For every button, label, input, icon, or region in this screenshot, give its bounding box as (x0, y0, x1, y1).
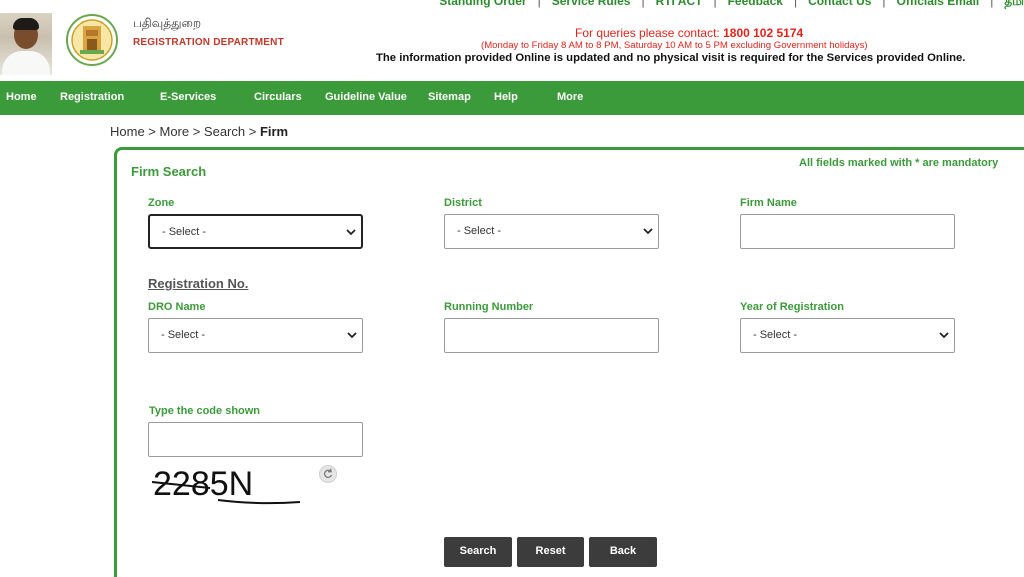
nav-sitemap[interactable]: Sitemap (428, 91, 471, 103)
breadcrumb-path[interactable]: Home > More > Search > (110, 124, 260, 139)
top-link-rti-act[interactable]: RTI ACT (645, 0, 714, 10)
top-link-contact-us[interactable]: Contact Us (797, 0, 882, 10)
firm-search-panel (114, 147, 1024, 577)
nav-more[interactable]: More (557, 91, 583, 103)
captcha-image: 2285N (151, 465, 301, 505)
main-nav: Home Registration E-Services Circulars G… (0, 81, 1024, 115)
department-name-tamil: பதிவுத்துறை (133, 16, 201, 30)
panel-title: Firm Search (131, 164, 207, 179)
district-label: District (444, 197, 482, 209)
zone-select[interactable]: - Select - (148, 214, 363, 249)
nav-home[interactable]: Home (6, 91, 37, 103)
captcha-label: Type the code shown (149, 405, 261, 417)
nav-circulars[interactable]: Circulars (254, 91, 302, 103)
firm-name-input[interactable] (740, 214, 955, 249)
nav-e-services[interactable]: E-Services (160, 91, 216, 103)
refresh-captcha-icon[interactable] (319, 465, 337, 483)
year-select[interactable]: - Select - (740, 318, 955, 353)
minister-photo (0, 13, 52, 75)
breadcrumb: Home > More > Search > Firm (110, 124, 288, 139)
contact-line: For queries please contact: 1800 102 517… (575, 26, 803, 40)
top-link-tamil[interactable]: தமி (993, 0, 1024, 10)
tamil-nadu-emblem-icon (66, 14, 118, 66)
firm-name-label: Firm Name (740, 197, 797, 209)
top-link-standing-order[interactable]: Standing Order (428, 0, 537, 10)
contact-phone: 1800 102 5174 (723, 26, 804, 40)
reset-button[interactable]: Reset (517, 537, 584, 567)
year-select-value: - Select - (753, 329, 798, 341)
top-link-service-rules[interactable]: Service Rules (541, 0, 642, 10)
search-button[interactable]: Search (444, 537, 512, 567)
registration-heading: Registration No. (148, 276, 249, 291)
nav-guideline-value[interactable]: Guideline Value (325, 91, 407, 103)
captcha-input[interactable] (148, 422, 363, 457)
top-link-officials-email[interactable]: Officials Email (886, 0, 991, 10)
district-select-value: - Select - (457, 225, 502, 237)
district-select[interactable]: - Select - (444, 214, 659, 249)
online-info-notice: The information provided Online is updat… (376, 52, 966, 64)
year-label: Year of Registration (740, 301, 844, 313)
running-number-input[interactable] (444, 318, 659, 353)
contact-label: For queries please contact: (575, 26, 720, 40)
nav-help[interactable]: Help (494, 91, 518, 103)
chevron-down-icon (939, 332, 949, 339)
top-link-feedback[interactable]: Feedback (717, 0, 794, 10)
chevron-down-icon (643, 228, 653, 235)
department-name-english: REGISTRATION DEPARTMENT (133, 37, 284, 48)
running-number-label: Running Number (444, 301, 534, 313)
top-links: Standing Order | Service Rules | RTI ACT | … (428, 0, 1024, 10)
dro-name-select-value: - Select - (161, 329, 206, 341)
site-header: பதிவுத்துறை REGISTRATION DEPARTMENT Stan… (0, 0, 1024, 81)
breadcrumb-current: Firm (259, 124, 289, 139)
zone-select-value: - Select - (162, 226, 207, 238)
nav-registration[interactable]: Registration (60, 91, 124, 103)
chevron-down-icon (347, 332, 357, 339)
mandatory-note: All fields marked with * are mandatory (799, 157, 999, 169)
chevron-down-icon (346, 229, 356, 236)
dro-name-label: DRO Name (148, 301, 206, 313)
dro-name-select[interactable]: - Select - (148, 318, 363, 353)
office-hours: (Monday to Friday 8 AM to 8 PM, Saturday… (481, 40, 868, 51)
zone-label: Zone (148, 197, 175, 209)
back-button[interactable]: Back (589, 537, 657, 567)
